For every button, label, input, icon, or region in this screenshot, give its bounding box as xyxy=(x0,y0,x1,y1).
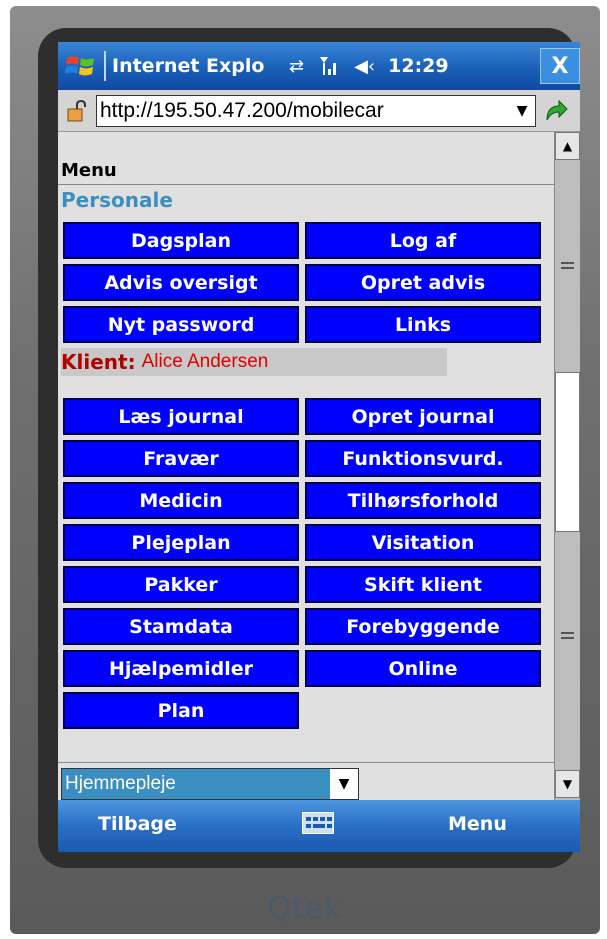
softkey-bar: Tilbage Menu xyxy=(58,800,580,852)
plan-button[interactable]: Plan xyxy=(63,692,299,729)
funktionsvurd-button[interactable]: Funktionsvurd. xyxy=(305,440,541,477)
advis-oversigt-button[interactable]: Advis oversigt xyxy=(63,264,299,301)
scroll-grip-icon xyxy=(561,262,574,269)
personale-heading: Personale xyxy=(61,188,173,212)
medicin-button[interactable]: Medicin xyxy=(63,482,299,519)
phone-screen: Internet Explo ⇄ ◀‹ 12:29 X http://195.5… xyxy=(58,42,580,852)
laes-journal-button[interactable]: Læs journal xyxy=(63,398,299,435)
department-select-value[interactable]: Hjemmepleje xyxy=(62,769,330,799)
online-button[interactable]: Online xyxy=(305,650,541,687)
url-text[interactable]: http://195.50.47.200/mobilecar xyxy=(97,99,509,123)
stamdata-button[interactable]: Stamdata xyxy=(63,608,299,645)
scroll-down-icon[interactable]: ▼ xyxy=(555,770,580,798)
klient-label: Klient: xyxy=(61,350,136,374)
klient-row: Klient: Alice Andersen xyxy=(61,348,447,376)
log-af-button[interactable]: Log af xyxy=(305,222,541,259)
keyboard-icon[interactable] xyxy=(302,812,334,834)
divider xyxy=(58,184,554,185)
links-button[interactable]: Links xyxy=(305,306,541,343)
back-softkey[interactable]: Tilbage xyxy=(98,813,177,835)
lock-icon xyxy=(58,99,96,123)
scrollbar-thumb[interactable] xyxy=(555,372,580,532)
device-brand-label: Qtek xyxy=(267,891,343,926)
plejeplan-button[interactable]: Plejeplan xyxy=(63,524,299,561)
menu-softkey[interactable]: Menu xyxy=(448,813,507,835)
opret-journal-button[interactable]: Opret journal xyxy=(305,398,541,435)
nyt-password-button[interactable]: Nyt password xyxy=(63,306,299,343)
klient-name: Alice Andersen xyxy=(141,351,269,372)
chevron-down-icon[interactable]: ▼ xyxy=(509,103,535,119)
page-content: Menu Personale Dagsplan Log af Advis ove… xyxy=(58,132,554,800)
scroll-up-icon[interactable]: ▲ xyxy=(555,132,580,160)
vertical-scrollbar[interactable]: ▲ ▼ xyxy=(554,132,580,800)
url-input[interactable]: http://195.50.47.200/mobilecar ▼ xyxy=(96,94,536,127)
connectivity-icon[interactable]: ⇄ xyxy=(289,56,304,77)
close-button[interactable]: X xyxy=(540,48,580,84)
scroll-grip-icon xyxy=(561,632,574,639)
opret-advis-button[interactable]: Opret advis xyxy=(305,264,541,301)
signal-strength-icon[interactable] xyxy=(318,55,340,77)
title-bar: Internet Explo ⇄ ◀‹ 12:29 X xyxy=(58,42,580,90)
menu-heading: Menu xyxy=(61,160,117,181)
skift-klient-button[interactable]: Skift klient xyxy=(305,566,541,603)
hjaelpemidler-button[interactable]: Hjælpemidler xyxy=(63,650,299,687)
dagsplan-button[interactable]: Dagsplan xyxy=(63,222,299,259)
title-separator xyxy=(104,51,106,81)
go-arrow-icon[interactable] xyxy=(536,98,576,124)
visitation-button[interactable]: Visitation xyxy=(305,524,541,561)
tilhoersforhold-button[interactable]: Tilhørsforhold xyxy=(305,482,541,519)
clock[interactable]: 12:29 xyxy=(388,55,448,77)
department-select[interactable]: Hjemmepleje ▼ xyxy=(61,768,359,800)
fravaer-button[interactable]: Fravær xyxy=(63,440,299,477)
forebyggende-button[interactable]: Forebyggende xyxy=(305,608,541,645)
windows-start-icon[interactable] xyxy=(58,42,104,90)
chevron-down-icon[interactable]: ▼ xyxy=(330,776,358,792)
divider xyxy=(58,762,554,763)
pakker-button[interactable]: Pakker xyxy=(63,566,299,603)
address-bar: http://195.50.47.200/mobilecar ▼ xyxy=(58,90,580,132)
app-title: Internet Explo xyxy=(112,55,265,77)
volume-icon[interactable]: ◀‹ xyxy=(354,56,375,77)
